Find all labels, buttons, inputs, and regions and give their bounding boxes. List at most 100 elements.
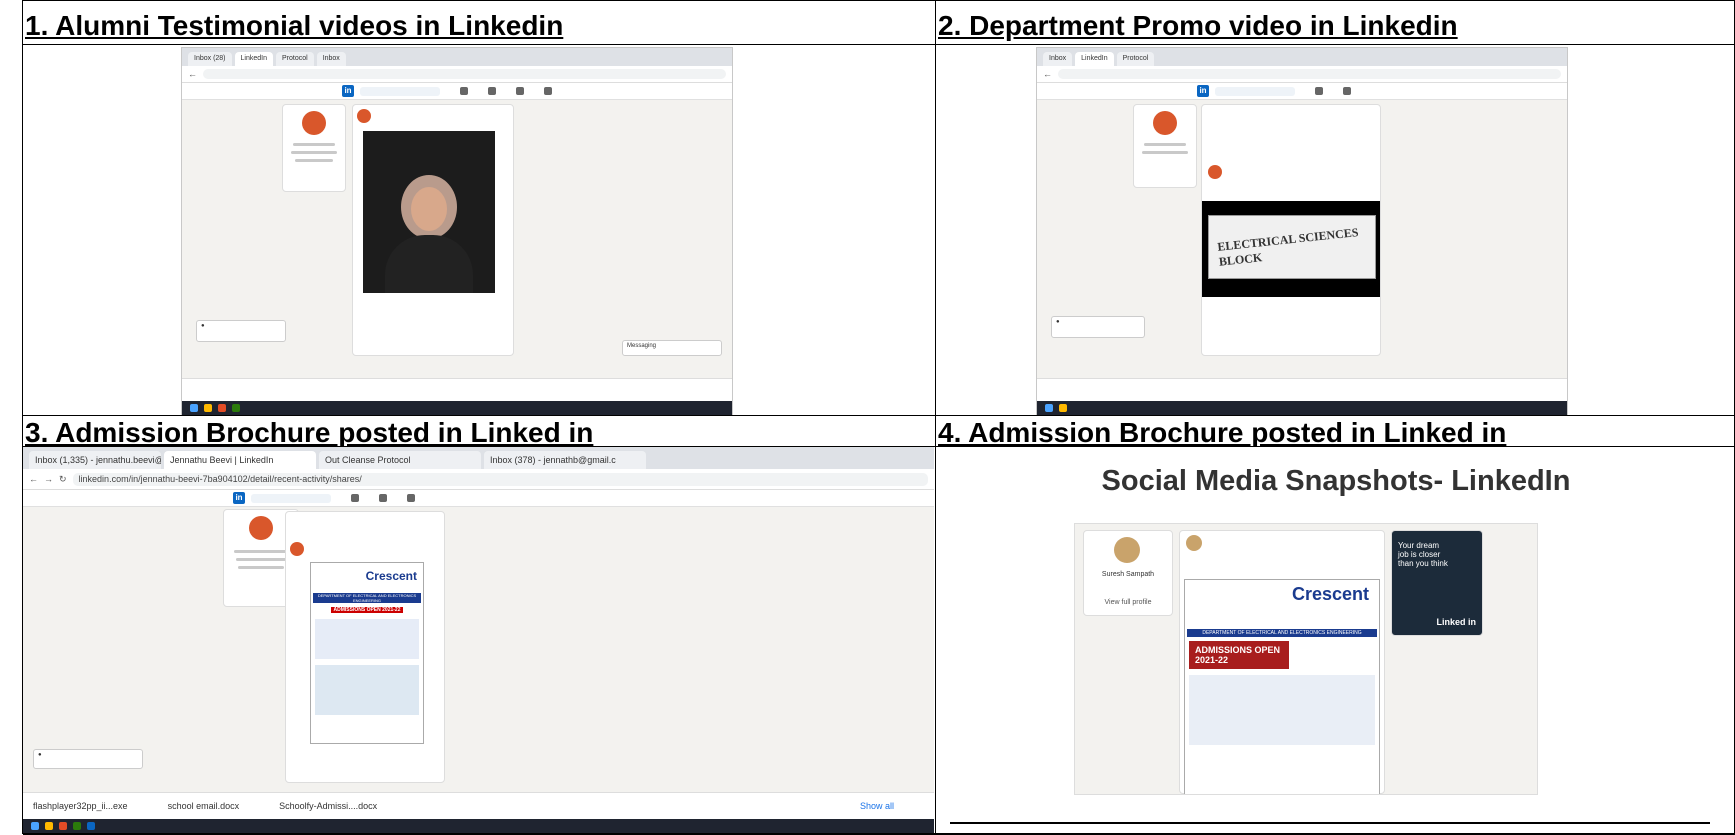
linkedin-promo-screenshot: Inbox LinkedIn Protocol ← in ELECTRICAL … <box>1036 47 1568 415</box>
browser-tab: Inbox <box>1043 52 1073 66</box>
linkedin-video-screenshot: Inbox (28) LinkedIn Protocol Inbox ← in <box>181 47 733 415</box>
taskbar <box>1037 401 1567 415</box>
heading-cell-2: 2. Department Promo video in Linkedin <box>936 1 1735 45</box>
avatar <box>290 542 304 556</box>
browser-tab[interactable]: Inbox (1,335) - jennathu.beevi@ <box>29 451 161 469</box>
jobs-icon[interactable] <box>407 494 415 502</box>
linkedin-social-snapshot: Suresh Sampath View full profile Crescen… <box>1074 523 1538 795</box>
brochure-brand: Crescent <box>1291 584 1369 604</box>
post-card: ELECTRICAL SCIENCES BLOCK <box>1201 104 1381 356</box>
forward-icon[interactable]: → <box>44 474 53 484</box>
avatar <box>357 109 371 123</box>
bottom-rule <box>950 822 1710 824</box>
testimonial-video[interactable] <box>363 131 495 293</box>
body <box>385 235 473 293</box>
heading-cell-4: 4. Admission Brochure posted in Linked i… <box>936 416 1735 447</box>
profile-card: Suresh Sampath View full profile <box>1083 530 1173 616</box>
download-item[interactable]: school email.docx <box>168 801 240 811</box>
browser-tab[interactable]: Out Cleanse Protocol <box>319 451 481 469</box>
avatar <box>1153 111 1177 135</box>
post-card <box>352 104 514 356</box>
download-item[interactable]: Schoolfy-Admissi....docx <box>279 801 377 811</box>
notification-toast[interactable]: ● <box>1051 316 1145 338</box>
brochure-brand: Crescent <box>365 569 417 583</box>
browser-tabs: Inbox (1,335) - jennathu.beevi@ Jennathu… <box>23 447 934 469</box>
heading-cell-3: 3. Admission Brochure posted in Linked i… <box>23 416 936 447</box>
url-bar: ← → ↻ linkedin.com/in/jennathu-beevi-7ba… <box>23 469 934 490</box>
url-field <box>203 69 726 79</box>
messaging-bar[interactable]: Messaging <box>622 340 722 356</box>
app-icon <box>232 404 240 412</box>
avatar <box>302 111 326 135</box>
text-line <box>291 151 337 154</box>
post-card: Crescent DEPARTMENT OF ELECTRICAL AND EL… <box>285 511 445 783</box>
search-input <box>360 86 440 96</box>
promo-video[interactable]: ELECTRICAL SCIENCES BLOCK <box>1202 201 1380 297</box>
linkedin-logo-icon: in <box>1197 85 1209 97</box>
heading-admission-brochure-1: 3. Admission Brochure posted in Linked i… <box>25 417 594 447</box>
reload-icon[interactable]: ↻ <box>59 474 67 485</box>
network-icon <box>1343 87 1351 95</box>
browser-tab[interactable]: Jennathu Beevi | LinkedIn <box>164 451 316 469</box>
messaging-icon <box>544 87 552 95</box>
brochure-body <box>1189 675 1375 745</box>
block-sign: ELECTRICAL SCIENCES BLOCK <box>1216 225 1360 269</box>
brochure-faculty <box>315 665 419 715</box>
taskbar <box>182 401 732 415</box>
url-bar: ← <box>182 66 732 83</box>
home-icon <box>1315 87 1323 95</box>
screenshot-cell-3: Inbox (1,335) - jennathu.beevi@ Jennathu… <box>23 447 936 835</box>
search-input <box>1215 86 1295 96</box>
search-input[interactable] <box>251 493 331 503</box>
start-icon[interactable] <box>31 822 39 830</box>
screenshot-cell-4: Social Media Snapshots- LinkedIn Suresh … <box>936 447 1735 835</box>
notification-toast[interactable]: ● <box>196 320 286 342</box>
back-icon[interactable]: ← <box>29 474 38 484</box>
avatar <box>1114 537 1140 563</box>
screenshot-cell-2: Inbox LinkedIn Protocol ← in ELECTRICAL … <box>936 45 1735 416</box>
start-icon <box>190 404 198 412</box>
start-icon <box>1045 404 1053 412</box>
url-field[interactable]: linkedin.com/in/jennathu-beevi-7ba904102… <box>72 472 928 486</box>
app-icon[interactable] <box>59 822 67 830</box>
admission-brochure[interactable]: Crescent DEPARTMENT OF ELECTRICAL AND EL… <box>310 562 424 744</box>
heading-alumni-testimonial: 1. Alumni Testimonial videos in Linkedin <box>25 10 564 41</box>
url-bar: ← <box>1037 66 1567 83</box>
brochure-admissions: ADMISSIONS OPEN 2021-22 <box>1189 641 1289 669</box>
folder-icon[interactable] <box>45 822 53 830</box>
browser-tab[interactable]: Inbox (378) - jennathb@gmail.c <box>484 451 646 469</box>
linkedin-ad[interactable]: Your dream job is closer than you think … <box>1391 530 1483 636</box>
network-icon <box>488 87 496 95</box>
snapshot-table: 1. Alumni Testimonial videos in Linkedin… <box>22 0 1735 835</box>
taskbar <box>23 819 934 833</box>
download-item[interactable]: flashplayer32pp_ii...exe <box>33 801 128 811</box>
text-line <box>236 558 286 561</box>
brochure-banner: DEPARTMENT OF ELECTRICAL AND ELECTRONICS… <box>313 593 421 603</box>
avatar <box>249 516 273 540</box>
brochure-banner: DEPARTMENT OF ELECTRICAL AND ELECTRONICS… <box>1187 629 1377 637</box>
linkedin-nav: in <box>23 490 934 507</box>
avatar <box>1186 535 1202 551</box>
home-icon[interactable] <box>351 494 359 502</box>
social-media-title: Social Media Snapshots- LinkedIn <box>1101 465 1571 497</box>
building-photo: ELECTRICAL SCIENCES BLOCK <box>1208 215 1376 279</box>
app-icon[interactable] <box>73 822 81 830</box>
folder-icon <box>204 404 212 412</box>
profile-name: Suresh Sampath <box>1101 571 1155 578</box>
notification-toast[interactable]: ● <box>33 749 143 769</box>
heading-admission-brochure-2: 4. Admission Brochure posted in Linked i… <box>938 417 1507 447</box>
post-card: Crescent DEPARTMENT OF ELECTRICAL AND EL… <box>1179 530 1385 794</box>
brochure-admissions: ADMISSIONS OPEN 2021-22 <box>331 607 403 613</box>
browser-tab: Inbox (28) <box>188 52 232 66</box>
view-full-profile-link[interactable]: View full profile <box>1084 599 1172 606</box>
show-all-button[interactable]: Show all <box>860 801 894 811</box>
face <box>411 187 447 231</box>
linkedin-logo-icon: in <box>233 492 245 504</box>
linkedin-nav: in <box>1037 83 1567 100</box>
network-icon[interactable] <box>379 494 387 502</box>
browser-tab: Protocol <box>1116 52 1155 66</box>
back-icon: ← <box>1043 69 1052 79</box>
admission-brochure[interactable]: Crescent DEPARTMENT OF ELECTRICAL AND EL… <box>1184 579 1380 794</box>
browser-tab: Inbox <box>316 52 346 66</box>
app-icon[interactable] <box>87 822 95 830</box>
